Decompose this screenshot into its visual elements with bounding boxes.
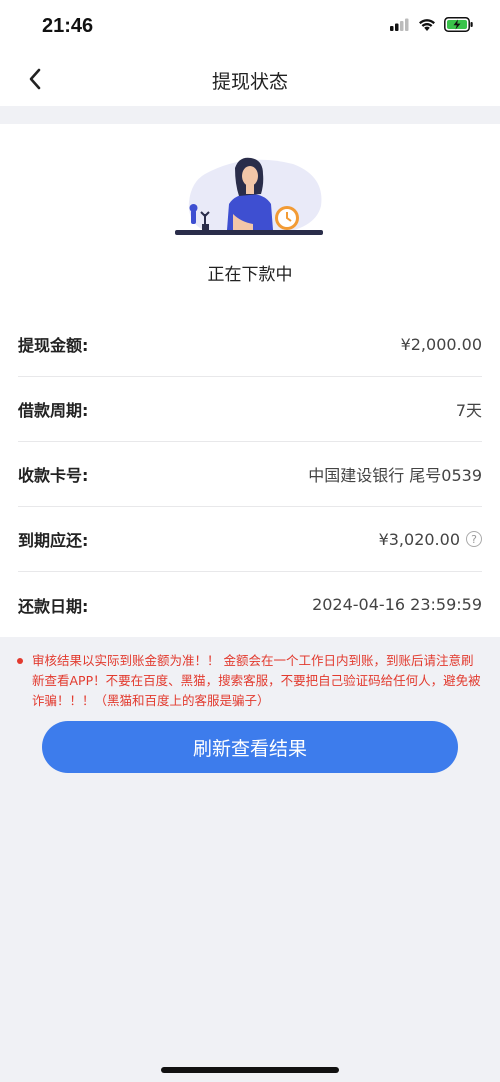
loan-period-value: 7天 bbox=[455, 401, 482, 420]
row-withdraw-amount: 提现金额: ¥2,000.00 bbox=[18, 312, 482, 377]
repayment-date-label: 还款日期: bbox=[18, 596, 89, 616]
amount-due-label: 到期应还: bbox=[18, 531, 89, 550]
withdraw-amount-value: ¥2,000.00 bbox=[400, 334, 482, 354]
row-amount-due: 到期应还: ¥3,020.00 ? bbox=[18, 507, 482, 572]
row-repayment-date: 还款日期: 2024-04-16 23:59:59 bbox=[18, 572, 482, 637]
warning-dot-icon bbox=[17, 658, 23, 664]
nav-bar: 提现状态 bbox=[0, 54, 500, 106]
warning-notice-text: 审核结果以实际到账金额为准！！ 金额会在一个工作日内到账，到账后请注意刷新查看A… bbox=[32, 653, 481, 708]
card-number-value: 中国建设银行 尾号0539 bbox=[308, 466, 482, 485]
disbursement-status-text: 正在下款中 bbox=[207, 265, 293, 285]
home-indicator bbox=[161, 1067, 339, 1073]
wifi-icon bbox=[418, 17, 436, 36]
withdraw-amount-label: 提现金额: bbox=[18, 336, 89, 355]
status-time: 21:46 bbox=[42, 15, 94, 37]
row-loan-period: 借款周期: 7天 bbox=[18, 377, 482, 442]
amount-due-value: ¥3,020.00 bbox=[378, 529, 460, 549]
status-icons bbox=[390, 17, 474, 36]
page-title: 提现状态 bbox=[211, 71, 288, 93]
help-icon[interactable]: ? bbox=[466, 531, 482, 547]
header: 21:46 提现状态 bbox=[0, 0, 500, 106]
row-card-number: 收款卡号: 中国建设银行 尾号0539 bbox=[18, 442, 482, 507]
card-number-label: 收款卡号: bbox=[18, 466, 89, 485]
signal-icon bbox=[390, 17, 410, 36]
repayment-date-value: 2024-04-16 23:59:59 bbox=[312, 595, 482, 614]
warning-notice: 审核结果以实际到账金额为准！！ 金额会在一个工作日内到账，到账后请注意刷新查看A… bbox=[0, 637, 500, 711]
refresh-result-button[interactable]: 刷新查看结果 bbox=[42, 721, 458, 773]
detail-list: 提现金额: ¥2,000.00 借款周期: 7天 收款卡号: 中国建设银行 尾号… bbox=[0, 312, 500, 637]
amount-due-value-group: ¥3,020.00 ? bbox=[379, 530, 482, 549]
status-bar: 21:46 bbox=[0, 0, 500, 54]
status-card: 正在下款中 提现金额: ¥2,000.00 借款周期: 7天 收款卡号: 中国建… bbox=[0, 124, 500, 637]
loan-period-label: 借款周期: bbox=[18, 401, 89, 420]
hero-section: 正在下款中 bbox=[0, 124, 500, 312]
battery-charging-icon bbox=[444, 17, 474, 36]
customer-service-illustration bbox=[175, 157, 323, 235]
